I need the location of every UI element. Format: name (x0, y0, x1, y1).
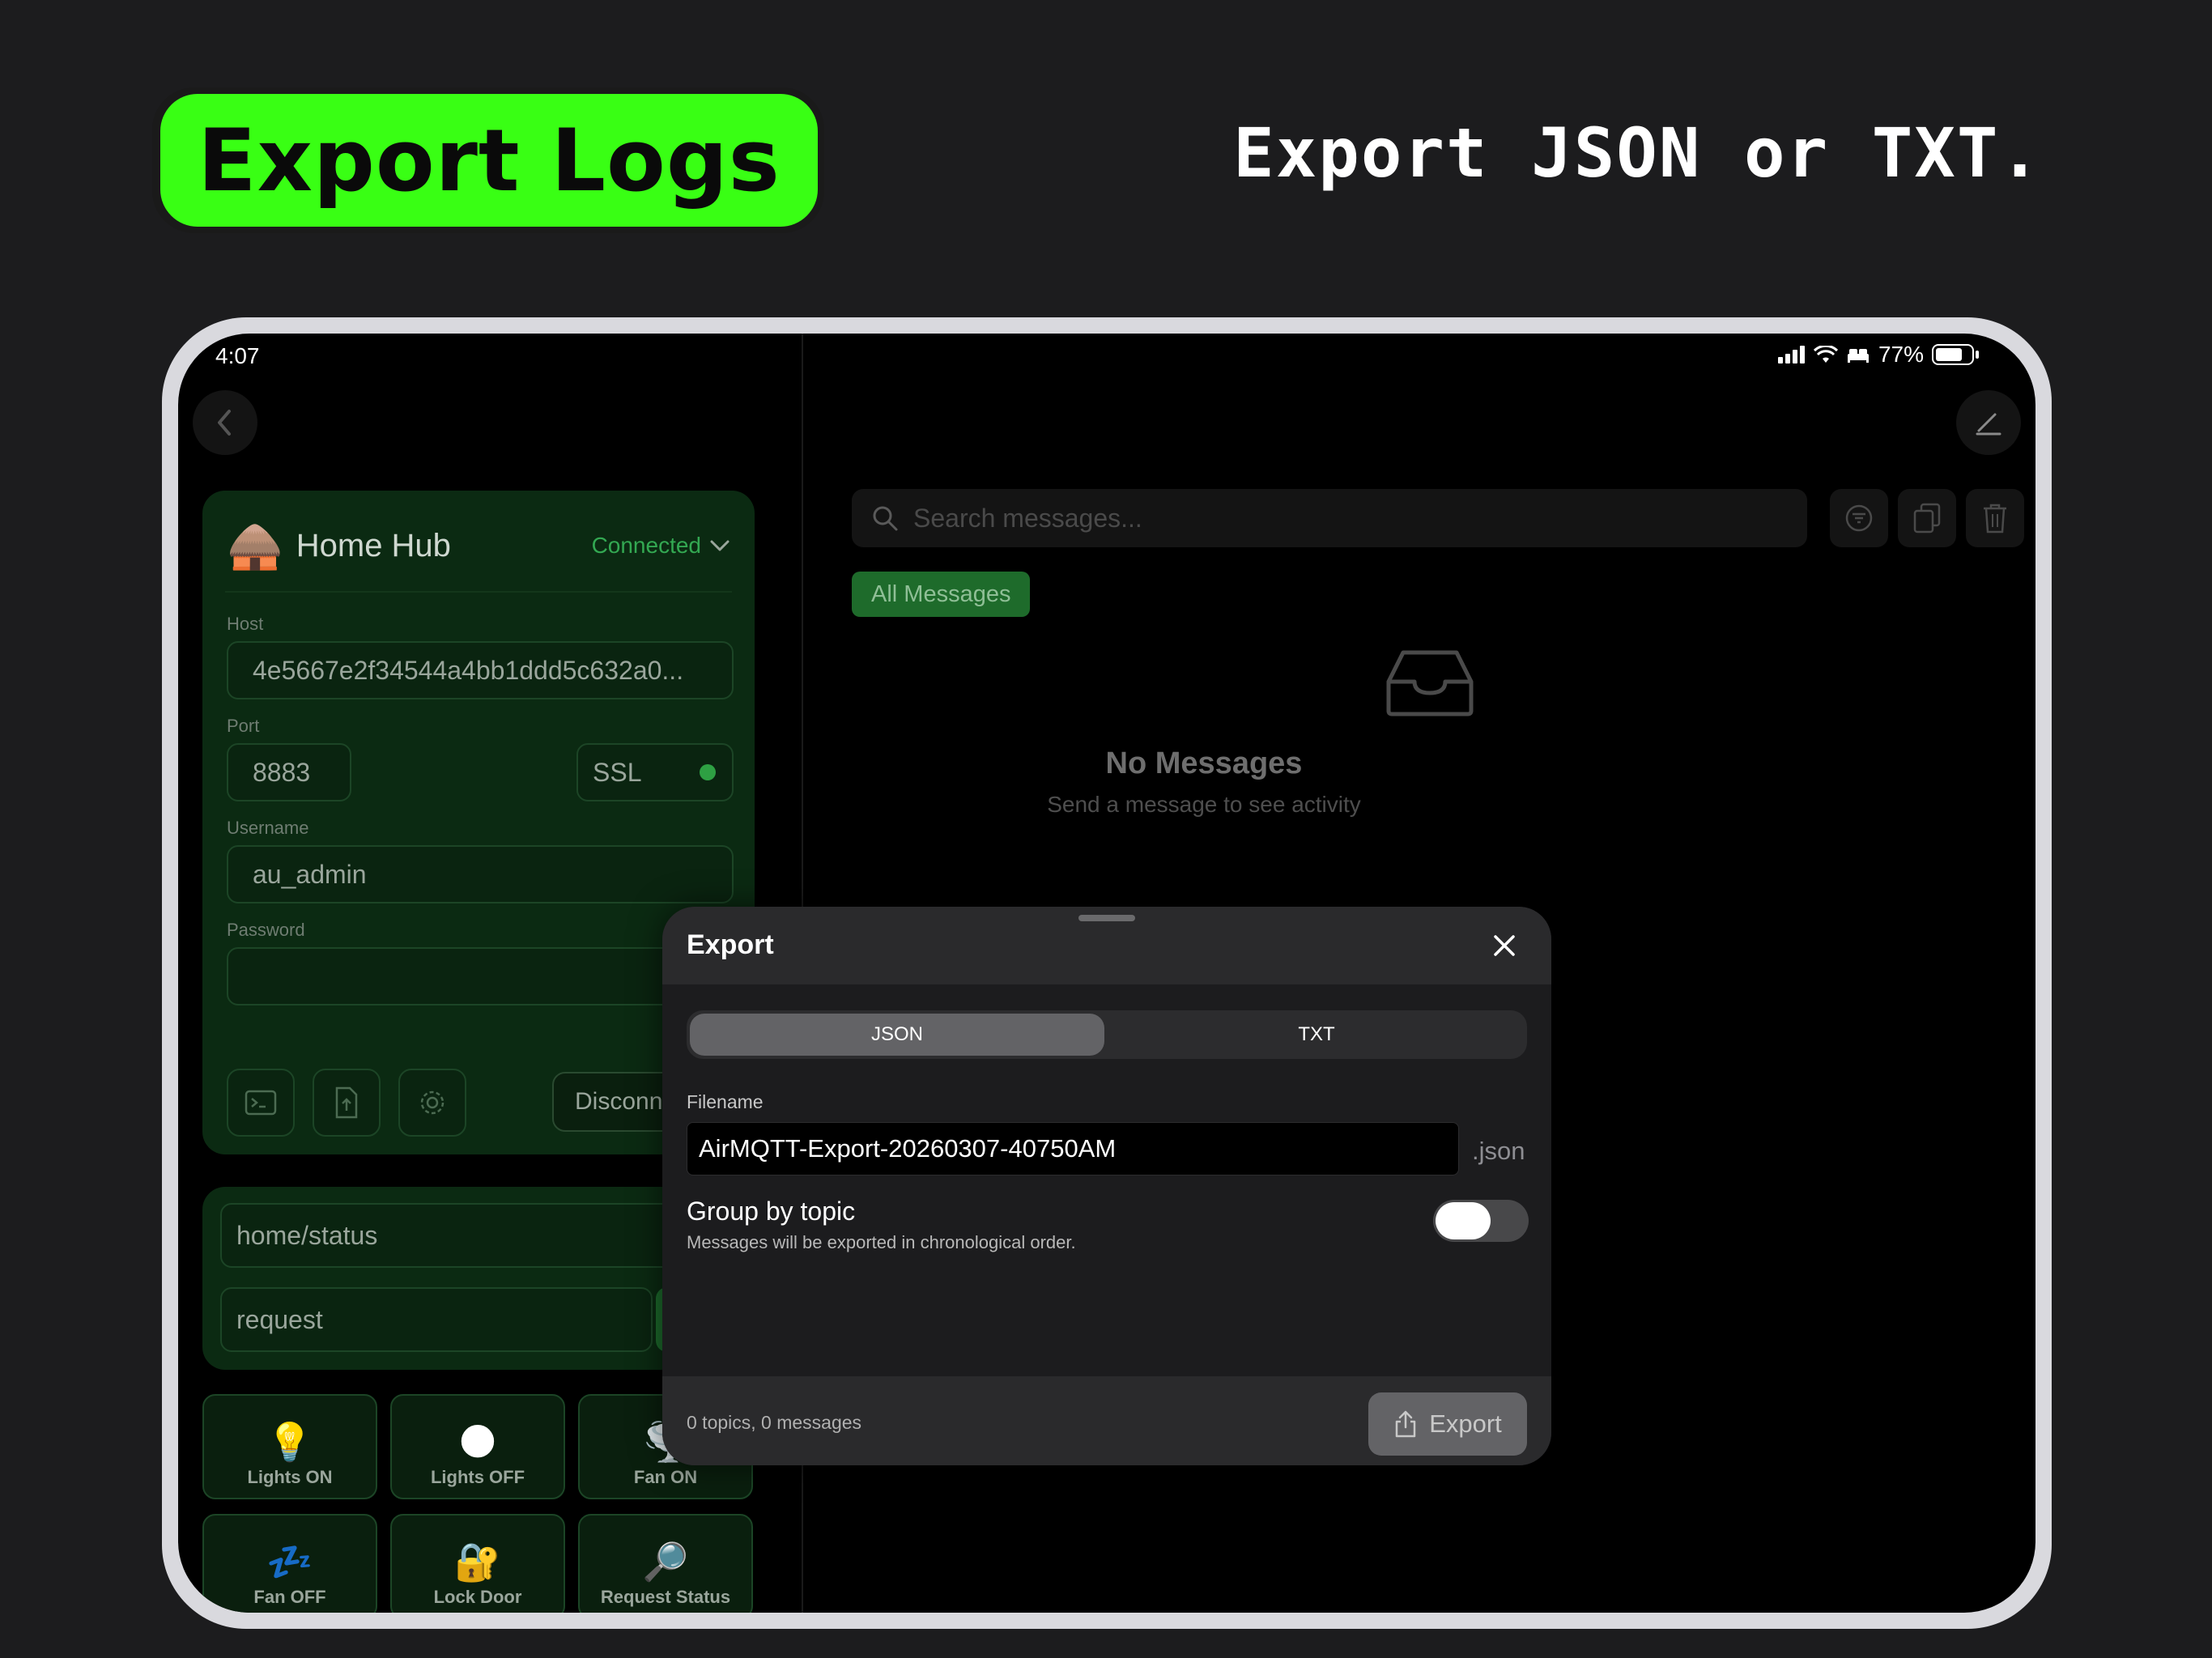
battery-cap (1976, 351, 1979, 359)
password-field[interactable] (227, 947, 734, 1005)
search-icon (873, 506, 898, 531)
username-label: Username (227, 818, 309, 838)
quick-action-label: Fan OFF (253, 1587, 326, 1607)
search-bar[interactable]: Search messages... (852, 489, 1807, 547)
copy-icon (1913, 503, 1941, 534)
sheet-grabber[interactable] (1078, 915, 1135, 921)
hero-subtitle: Export JSON or TXT. (1233, 113, 2042, 193)
empty-subtitle: Send a message to see activity (1047, 792, 1361, 817)
settings-button[interactable] (398, 1069, 466, 1137)
status-time: 4:07 (215, 343, 260, 368)
share-icon (1395, 1410, 1416, 1438)
connection-header[interactable]: 🛖 Home Hub Connected (227, 521, 730, 570)
quick-action-label: Request Status (600, 1587, 731, 1607)
hero-badge: Export Logs (160, 94, 818, 227)
filter-icon (1845, 504, 1873, 532)
empty-title: No Messages (1105, 746, 1303, 780)
wifi-icon (1813, 346, 1838, 363)
quick-action-icon: 💡 (266, 1421, 313, 1463)
close-icon (1494, 935, 1515, 956)
group-by-topic-label: Group by topic (687, 1197, 856, 1226)
port-label: Port (227, 716, 260, 736)
filename-input[interactable]: AirMQTT-Export-20260307-40750AM (687, 1122, 1459, 1175)
broker-name: Home Hub (296, 527, 451, 563)
quick-action-button[interactable]: 🔎 Request Status (578, 1514, 753, 1613)
filename-extension: .json (1472, 1137, 1525, 1165)
ssl-toggle[interactable]: SSL (576, 743, 734, 801)
delete-button[interactable] (1966, 489, 2024, 547)
sheet-footer: 0 topics, 0 messages Export (662, 1376, 1551, 1465)
quick-action-button[interactable]: 💤 Fan OFF (202, 1514, 377, 1613)
header-divider (225, 591, 732, 593)
compose-button[interactable] (1956, 390, 2021, 455)
gear-icon (420, 1090, 445, 1115)
copy-button[interactable] (1898, 489, 1956, 547)
format-segmented-control: JSON TXT (687, 1010, 1527, 1059)
filter-chip-all[interactable]: All Messages (852, 572, 1031, 617)
battery-icon (1932, 344, 1974, 365)
password-label: Password (227, 920, 305, 940)
export-summary: 0 topics, 0 messages (687, 1412, 862, 1433)
filename-label: Filename (687, 1091, 764, 1112)
port-field[interactable]: 8883 (227, 743, 351, 801)
back-button[interactable] (193, 390, 257, 455)
chevron-left-icon (218, 410, 231, 436)
quick-action-icon: 🌑 (458, 1421, 497, 1463)
bed-icon (1847, 349, 1869, 363)
quick-action-icon: 🔎 (642, 1541, 689, 1583)
search-input[interactable]: Search messages... (913, 504, 1142, 534)
quick-action-label: Lock Door (433, 1587, 522, 1607)
terminal-icon (245, 1090, 277, 1116)
filter-button[interactable] (1830, 489, 1888, 547)
quick-action-button[interactable]: 🌑 Lights OFF (390, 1394, 565, 1499)
document-upload-icon (335, 1086, 358, 1119)
export-button[interactable]: Export (1368, 1392, 1527, 1456)
status-bar-right: 77% (1777, 342, 1979, 368)
signal-icon (1777, 346, 1805, 363)
group-by-topic-description: Messages will be exported in chronologic… (687, 1232, 1076, 1252)
terminal-button[interactable] (227, 1069, 295, 1137)
hero-title: Export Logs (198, 110, 781, 210)
quick-action-icon: 💤 (266, 1541, 313, 1583)
broker-icon: 🛖 (227, 520, 283, 571)
toggle-knob (1436, 1202, 1491, 1239)
quick-action-label: Lights OFF (430, 1467, 525, 1487)
export-file-button[interactable] (313, 1069, 381, 1137)
ssl-label: SSL (593, 757, 642, 787)
format-option-txt[interactable]: TXT (1109, 1014, 1524, 1056)
export-sheet: Export JSON TXT Filename AirMQTT-Export-… (662, 907, 1551, 1465)
connection-status-label: Connected (591, 533, 701, 558)
chevron-down-icon (710, 540, 730, 551)
group-by-topic-toggle[interactable] (1433, 1200, 1529, 1242)
quick-action-button[interactable]: 💡 Lights ON (202, 1394, 377, 1499)
sheet-header: Export (662, 907, 1551, 984)
trash-icon (1984, 504, 2006, 534)
quick-action-icon: 🔐 (454, 1541, 501, 1583)
battery-percent: 77% (1878, 342, 1924, 367)
quick-action-label: Lights ON (247, 1467, 333, 1487)
host-label: Host (227, 614, 264, 634)
device-screen: 4:07 77% 🛖 Home Hub Connected Host 4e566… (178, 334, 2035, 1613)
connection-status[interactable]: Connected (592, 533, 730, 559)
close-button[interactable] (1487, 928, 1522, 963)
quick-action-label: Fan ON (633, 1467, 698, 1487)
topic-field[interactable]: home/status (220, 1203, 722, 1268)
export-button-label: Export (1429, 1409, 1502, 1438)
host-field[interactable]: 4e5667e2f34544a4bb1ddd5c632a0... (227, 641, 734, 699)
format-option-json[interactable]: JSON (690, 1014, 1104, 1056)
username-field[interactable]: au_admin (227, 845, 734, 903)
compose-icon (1976, 413, 2001, 436)
quick-action-button[interactable]: 🔐 Lock Door (390, 1514, 565, 1613)
sheet-title: Export (687, 929, 774, 960)
inbox-icon (1386, 650, 1474, 716)
ssl-indicator (700, 764, 716, 780)
payload-field[interactable]: request (220, 1287, 653, 1352)
